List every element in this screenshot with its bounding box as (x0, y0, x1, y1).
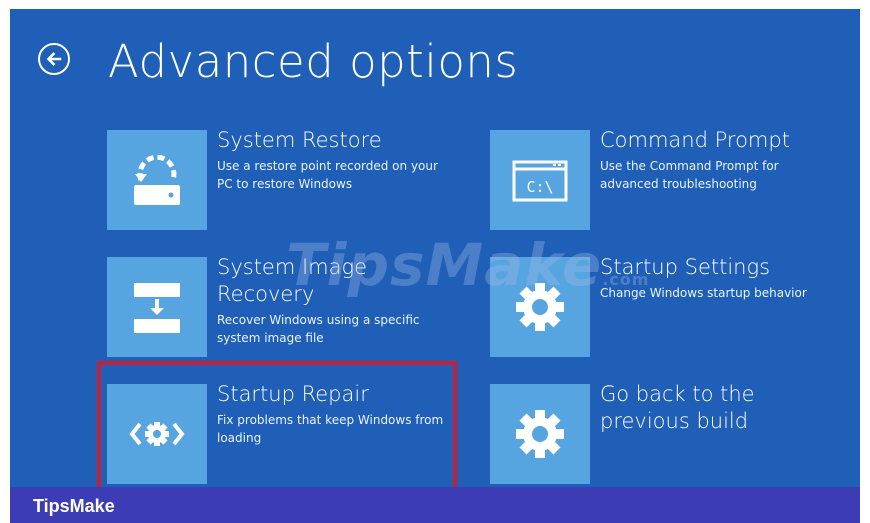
footer-brand: TipsMake (33, 496, 115, 516)
option-text: Startup Settings Change Windows startup … (600, 255, 840, 302)
option-title: Startup Settings (600, 255, 771, 279)
option-title: System Restore (217, 128, 382, 152)
option-system-image-recovery[interactable]: System Image Recovery Recover Windows us… (107, 255, 447, 357)
option-text: System Image Recovery Recover Windows us… (217, 255, 457, 347)
option-text: Go back to the previous build (600, 382, 840, 438)
option-tile (490, 257, 590, 357)
option-text: System Restore Use a restore point recor… (217, 128, 457, 193)
option-description: Use the Command Prompt for advanced trou… (600, 159, 779, 191)
option-startup-settings[interactable]: Startup Settings Change Windows startup … (490, 255, 830, 357)
gear-icon (516, 283, 564, 331)
cmd-glyph: C:\ (526, 178, 553, 196)
option-title: Startup Repair (217, 382, 369, 406)
back-button[interactable] (38, 43, 70, 75)
option-description: Use a restore point recorded on your PC … (217, 159, 438, 191)
option-tile (107, 384, 207, 484)
option-text: Command Prompt Use the Command Prompt fo… (600, 128, 840, 193)
page-title: Advanced options (108, 35, 519, 88)
option-tile (490, 384, 590, 484)
option-tile (107, 257, 207, 357)
option-title: Command Prompt (600, 128, 790, 152)
option-title: Go back to the previous build (600, 382, 755, 433)
option-startup-repair[interactable]: Startup Repair Fix problems that keep Wi… (107, 382, 447, 484)
option-command-prompt[interactable]: C:\ Command Prompt Use the Command Promp… (490, 128, 830, 230)
footer-bar: TipsMake (10, 487, 860, 523)
option-description: Recover Windows using a specific system … (217, 313, 420, 345)
system-image-recovery-icon (134, 283, 180, 333)
back-arrow-icon (46, 52, 62, 66)
option-text: Startup Repair Fix problems that keep Wi… (217, 382, 457, 447)
option-description: Fix problems that keep Windows from load… (217, 413, 444, 445)
option-description: Change Windows startup behavior (600, 286, 807, 300)
option-title: System Image Recovery (217, 255, 368, 306)
gear-icon (516, 410, 564, 458)
option-tile (107, 130, 207, 230)
system-restore-icon (134, 154, 180, 205)
option-system-restore[interactable]: System Restore Use a restore point recor… (107, 128, 447, 230)
option-tile: C:\ (490, 130, 590, 230)
advanced-options-screen: Advanced options System Restore Use a re… (10, 9, 860, 487)
command-prompt-icon: C:\ (512, 160, 568, 202)
option-go-back-previous-build[interactable]: Go back to the previous build (490, 382, 830, 484)
startup-repair-icon (129, 422, 185, 446)
